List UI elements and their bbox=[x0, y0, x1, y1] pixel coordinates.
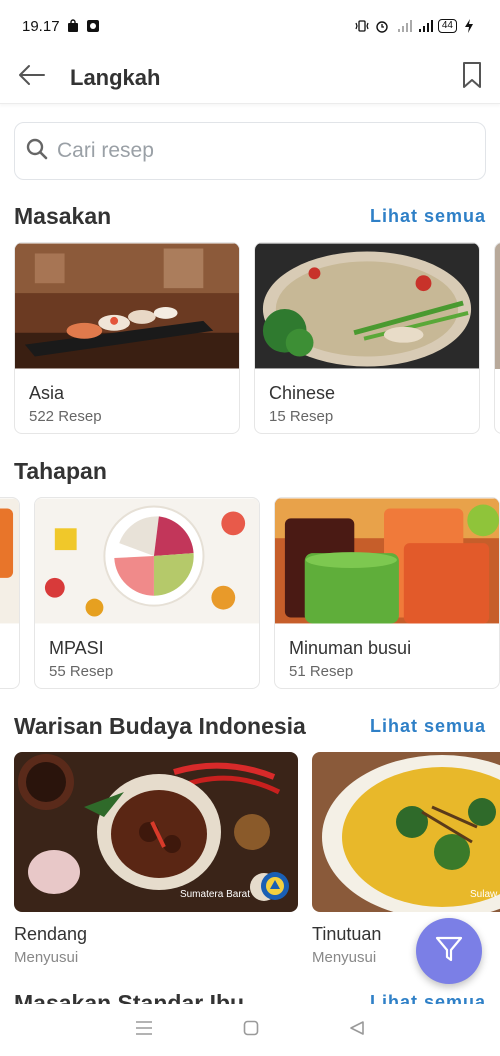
region-label: Sulaw bbox=[470, 889, 498, 900]
app-notification-icon bbox=[86, 19, 100, 33]
asia-food-image bbox=[15, 243, 239, 369]
card-title: MPASI bbox=[49, 638, 104, 658]
card-title: Chinese bbox=[269, 383, 336, 403]
card-title: Rendang bbox=[14, 924, 88, 944]
status-time: 19.17 bbox=[22, 17, 60, 35]
search-placeholder: Cari resep bbox=[57, 139, 154, 162]
search-icon bbox=[25, 137, 49, 166]
signal-icon bbox=[396, 19, 412, 33]
section-title: Masakan bbox=[14, 202, 112, 229]
category-card-partial[interactable] bbox=[494, 242, 500, 434]
section-title: Tahapan bbox=[14, 457, 107, 484]
card-subtitle: Menyusui bbox=[14, 949, 79, 966]
alarm-icon bbox=[375, 19, 389, 33]
home-icon[interactable] bbox=[243, 1020, 259, 1041]
page-title: Langkah bbox=[70, 64, 161, 90]
see-all-link[interactable]: Lihat semua bbox=[370, 716, 486, 737]
tinutuan-image bbox=[312, 752, 500, 912]
card-recipe-count: 55 Resep bbox=[49, 663, 114, 680]
shopping-bag-icon bbox=[66, 19, 80, 33]
category-card-chinese[interactable]: Chinese 15 Resep bbox=[254, 242, 480, 434]
see-all-link[interactable]: Lihat semua bbox=[370, 206, 486, 227]
app-bar: Langkah bbox=[0, 52, 500, 104]
stage-card-minuman-busui[interactable]: Minuman busui 51 Resep bbox=[274, 497, 500, 689]
stage-card-mpasi[interactable]: MPASI 55 Resep bbox=[34, 497, 260, 689]
card-title: Minuman busui bbox=[289, 638, 412, 658]
vibrate-icon bbox=[354, 19, 369, 33]
charging-icon bbox=[464, 19, 478, 33]
drinks-image bbox=[275, 498, 499, 624]
back-arrow-icon[interactable] bbox=[16, 63, 46, 92]
section-title: Warisan Budaya Indonesia bbox=[14, 712, 306, 739]
heritage-card-rendang[interactable]: Sumatera Barat Rendang Menyusui bbox=[14, 752, 298, 966]
masakan-carousel[interactable]: Asia 522 Resep Chinese 15 Resep bbox=[0, 242, 500, 436]
tahapan-carousel[interactable]: MPASI 55 Resep Minuman busui 51 Resep bbox=[0, 497, 500, 691]
partial-drink-image bbox=[0, 498, 19, 624]
search-input[interactable]: Cari resep bbox=[14, 122, 486, 180]
filter-icon bbox=[434, 934, 464, 969]
rendang-image bbox=[14, 752, 298, 912]
card-recipe-count: 51 Resep bbox=[289, 663, 354, 680]
system-nav-bar bbox=[0, 1004, 500, 1056]
kemendikbud-logo-icon bbox=[260, 871, 290, 906]
signal-4g-icon bbox=[417, 19, 433, 33]
card-recipe-count: 522 Resep bbox=[29, 408, 102, 425]
card-recipe-count: 15 Resep bbox=[269, 408, 334, 425]
category-card-asia[interactable]: Asia 522 Resep bbox=[14, 242, 240, 434]
chinese-food-image bbox=[255, 243, 479, 369]
section-masakan-header: Masakan Lihat semua bbox=[14, 201, 486, 231]
section-tahapan-header: Tahapan bbox=[14, 456, 486, 486]
region-label: Sumatera Barat bbox=[179, 889, 250, 900]
stage-card-partial[interactable] bbox=[0, 497, 20, 689]
card-title: Asia bbox=[29, 383, 65, 403]
bookmark-icon[interactable] bbox=[462, 61, 482, 94]
back-triangle-icon[interactable] bbox=[349, 1020, 365, 1041]
section-warisan-header: Warisan Budaya Indonesia Lihat semua bbox=[14, 711, 486, 741]
mpasi-food-image bbox=[35, 498, 259, 624]
status-bar: 19.17 44 bbox=[0, 0, 500, 52]
menu-icon[interactable] bbox=[135, 1020, 153, 1041]
filter-button[interactable] bbox=[416, 918, 482, 984]
battery-indicator: 44 bbox=[437, 19, 457, 33]
